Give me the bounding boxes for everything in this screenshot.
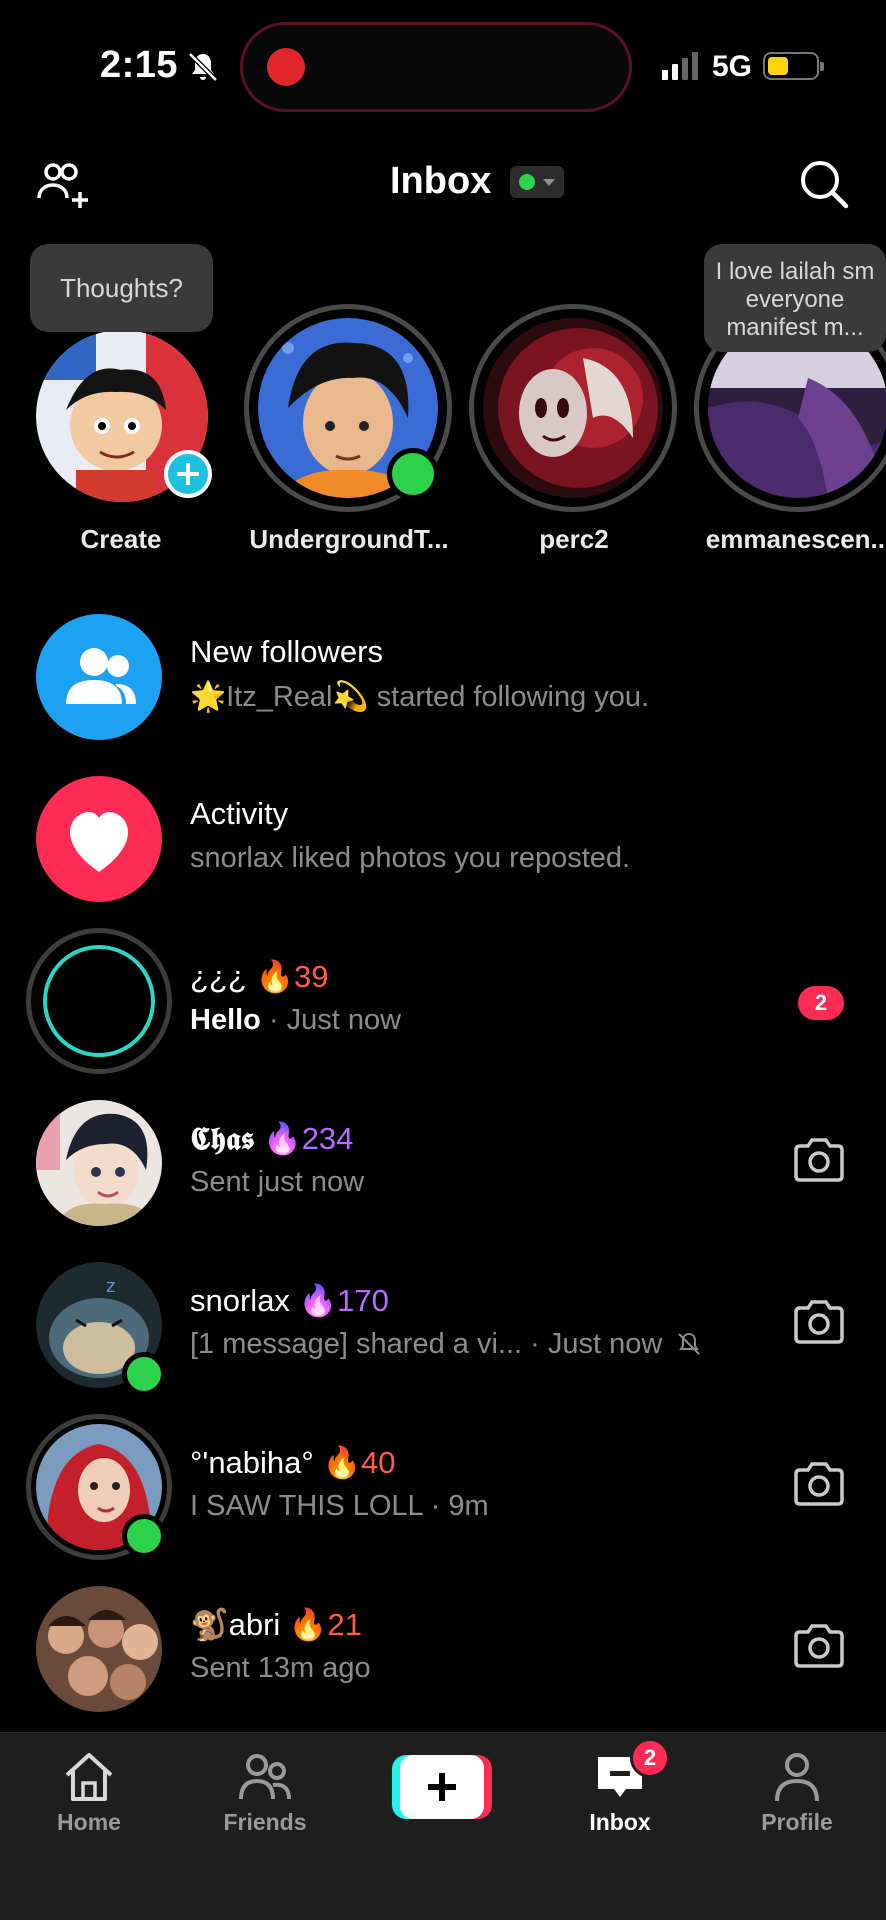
avatar xyxy=(36,1586,162,1712)
chat-name: snorlax xyxy=(190,1283,290,1318)
inbox-badge: 2 xyxy=(630,1738,670,1778)
inbox-header: Inbox xyxy=(0,140,886,230)
streak-count: 40 xyxy=(361,1445,396,1480)
fire-icon: 🔥 xyxy=(263,1121,302,1156)
story-name: UndergroundT... xyxy=(249,524,449,554)
page-title: Inbox xyxy=(390,160,492,202)
camera-icon[interactable] xyxy=(792,1136,846,1184)
chat-name: °'nabiha° xyxy=(190,1445,314,1480)
row-subtitle: 🌟Itz_Real💫 started following you. xyxy=(190,681,650,713)
story-undergroundt[interactable]: UndergroundT... xyxy=(244,300,454,560)
bell-slash-icon xyxy=(188,52,218,82)
chat-row[interactable]: 🐒abri 🔥21 Sent 13m ago xyxy=(0,1578,886,1718)
fire-icon: 🔥 xyxy=(255,959,295,994)
online-status-icon xyxy=(122,1352,166,1396)
chat-title: ¿¿¿ 🔥39 xyxy=(190,958,329,995)
online-status-icon xyxy=(122,1514,166,1558)
streak-count: 21 xyxy=(327,1607,363,1642)
chat-row[interactable]: 𝕮𝖍𝖆𝖘 🔥234 Sent just now xyxy=(0,1092,886,1232)
chat-preview: Sent just now xyxy=(190,1166,365,1198)
bottom-nav: Home Friends Inbox Profile xyxy=(0,1732,886,1920)
chat-time: · Just now xyxy=(260,1004,402,1036)
story-create[interactable]: Create xyxy=(16,300,226,560)
story-perc2[interactable]: perc2 xyxy=(469,300,679,560)
online-status-icon xyxy=(387,448,439,500)
online-status-toggle[interactable] xyxy=(510,166,564,198)
chat-row[interactable]: ¿¿¿ 🔥39 Hello · Just now 2 xyxy=(0,928,886,1074)
add-friend-icon[interactable] xyxy=(36,160,92,212)
nav-home[interactable]: Home xyxy=(14,1751,164,1861)
muted-bell-icon xyxy=(678,1332,701,1355)
plus-icon xyxy=(400,1755,484,1819)
network-type: 5G xyxy=(712,50,753,83)
friends-icon xyxy=(239,1754,291,1800)
row-title: New followers xyxy=(190,634,383,669)
create-button[interactable] xyxy=(392,1755,492,1819)
fire-icon: 🔥 xyxy=(322,1445,362,1480)
caret-down-icon xyxy=(543,179,555,186)
camera-icon[interactable] xyxy=(792,1622,846,1670)
search-icon[interactable] xyxy=(798,158,850,210)
heart-icon xyxy=(36,776,162,902)
nav-label: Friends xyxy=(223,1809,307,1835)
svg-text:z: z xyxy=(106,1276,115,1297)
streak-count: 234 xyxy=(301,1121,354,1156)
chat-title: °'nabiha° 🔥40 xyxy=(190,1444,396,1481)
note-bubble[interactable]: I love lailah sm everyone manifest m... xyxy=(704,244,886,352)
chat-name: 𝕮𝖍𝖆𝖘 xyxy=(190,1121,255,1157)
row-title: Activity xyxy=(190,796,289,831)
fire-icon: 🔥 xyxy=(298,1283,338,1318)
story-name: Create xyxy=(80,524,162,554)
profile-icon xyxy=(775,1753,819,1802)
story-name: perc2 xyxy=(539,524,609,554)
recording-dot-icon xyxy=(267,48,305,86)
chat-preview: Sent 13m ago xyxy=(190,1652,371,1684)
chat-title: 𝕮𝖍𝖆𝖘 🔥234 xyxy=(190,1120,353,1158)
nav-label: Home xyxy=(57,1809,121,1835)
avatar xyxy=(36,1100,162,1226)
chat-time: · Just now xyxy=(522,1328,663,1360)
chat-message: [1 message] shared a vi... xyxy=(190,1328,523,1360)
chat-row[interactable]: z snorlax 🔥170 [1 message] shared a vi..… xyxy=(0,1254,886,1396)
streak-count: 39 xyxy=(294,959,329,994)
camera-icon[interactable] xyxy=(792,1460,846,1508)
chat-time: · 9m xyxy=(422,1490,489,1522)
followers-icon xyxy=(36,614,162,740)
note-bubble[interactable]: Thoughts? xyxy=(30,244,213,332)
nav-profile[interactable]: Profile xyxy=(722,1751,872,1861)
row-subtitle: snorlax liked photos you reposted. xyxy=(190,842,631,874)
dynamic-island xyxy=(240,22,632,112)
chat-preview: [1 message] shared a vi... · Just now xyxy=(190,1328,702,1361)
avatar xyxy=(36,938,162,1064)
activity-row[interactable]: Activity snorlax liked photos you repost… xyxy=(0,768,886,908)
nav-label: Profile xyxy=(761,1809,833,1835)
chat-title: snorlax 🔥170 xyxy=(190,1282,389,1319)
avatar xyxy=(483,318,663,498)
status-time: 2:15 xyxy=(100,44,179,86)
add-story-plus-icon[interactable] xyxy=(164,450,212,498)
story-name: emmanescen... xyxy=(705,524,886,554)
battery-icon xyxy=(763,52,824,80)
home-icon xyxy=(65,1753,113,1801)
streak-count: 170 xyxy=(337,1283,389,1318)
online-dot-icon xyxy=(519,174,535,190)
nav-label: Inbox xyxy=(589,1809,651,1835)
nav-inbox[interactable]: Inbox xyxy=(545,1751,695,1861)
chat-message: Hello xyxy=(190,1004,261,1036)
nav-friends[interactable]: Friends xyxy=(190,1751,340,1861)
signal-icon xyxy=(662,52,698,80)
unread-badge: 2 xyxy=(798,986,844,1020)
chat-title: 🐒abri 🔥21 xyxy=(190,1606,362,1643)
camera-icon[interactable] xyxy=(792,1298,846,1346)
new-followers-row[interactable]: New followers 🌟Itz_Real💫 started followi… xyxy=(0,606,886,746)
chat-preview: Hello · Just now xyxy=(190,1004,401,1037)
chat-preview: I SAW THIS LOLL · 9m xyxy=(190,1490,489,1523)
chat-name: 🐒abri xyxy=(190,1607,281,1642)
status-bar: 2:15 5G xyxy=(0,0,886,130)
chat-message: I SAW THIS LOLL xyxy=(190,1490,423,1522)
chat-name: ¿¿¿ xyxy=(190,959,247,994)
chat-row[interactable]: °'nabiha° 🔥40 I SAW THIS LOLL · 9m xyxy=(0,1414,886,1560)
fire-icon: 🔥 xyxy=(288,1607,328,1642)
